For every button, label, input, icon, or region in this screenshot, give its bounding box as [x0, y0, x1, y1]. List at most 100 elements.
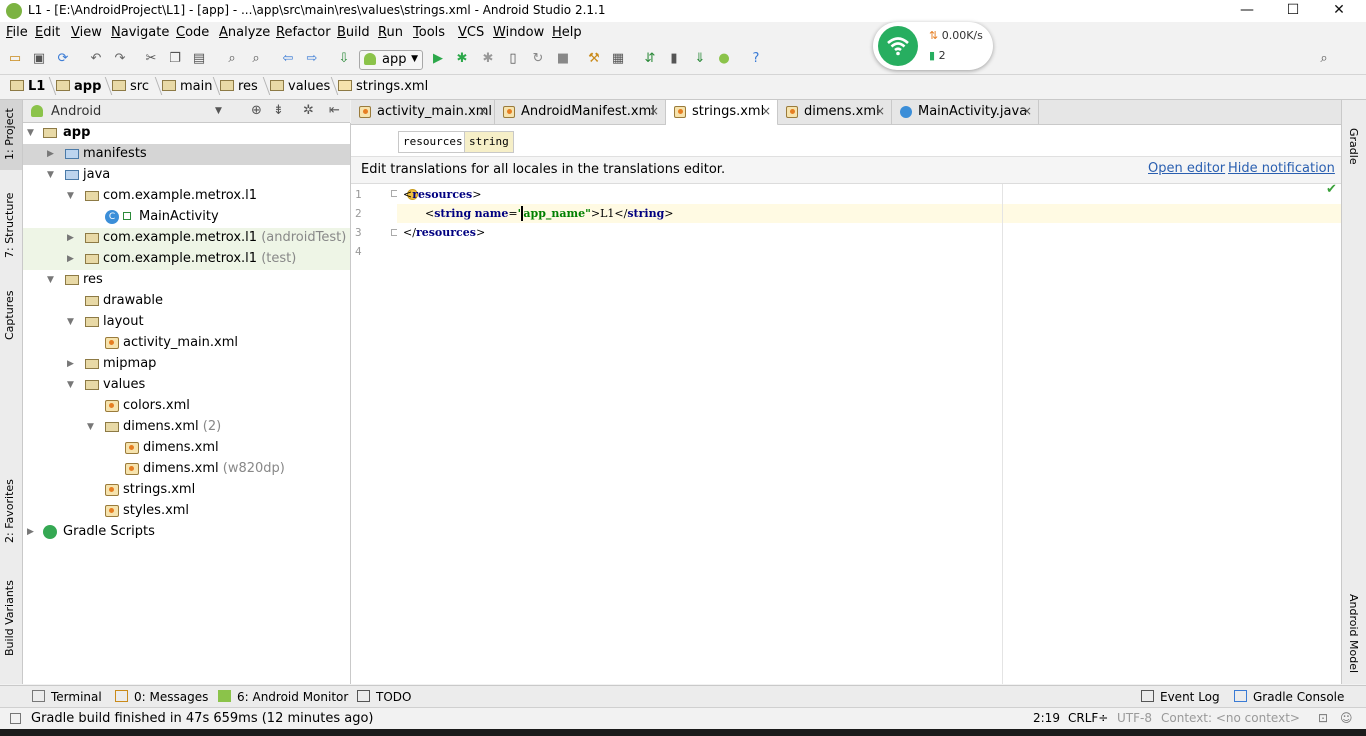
hide-panel-icon[interactable]: ⇤ [329, 103, 340, 118]
breadcrumb-main[interactable]: main [162, 79, 212, 94]
menu-run[interactable]: Run [378, 25, 403, 40]
tree-node-manifests[interactable]: ▶ manifests [23, 144, 350, 165]
collapsed-arrow-icon[interactable]: ▶ [27, 527, 34, 537]
tool-tab-build-variants[interactable]: Build Variants [3, 580, 16, 656]
tree-node-package-test[interactable]: ▶ com.example.metrox.l1 (test) [23, 249, 350, 270]
tool-tab-android-monitor[interactable]: 6: Android Monitor [218, 690, 348, 704]
tool-tab-gradle[interactable]: Gradle [1347, 128, 1360, 165]
tree-node-mipmap[interactable]: ▶ mipmap [23, 354, 350, 375]
close-tab-icon[interactable]: × [761, 104, 771, 118]
tool-tab-project[interactable]: 1: Project [3, 108, 16, 160]
code-editor[interactable]: <resources> <string name="app_name">L1</… [397, 184, 1341, 684]
collapsed-arrow-icon[interactable]: ▶ [67, 254, 74, 264]
close-tab-icon[interactable]: × [875, 104, 885, 118]
tree-node-app[interactable]: ▼ app [23, 123, 350, 144]
breadcrumb-l1[interactable]: L1 [10, 79, 45, 94]
tree-node-res[interactable]: ▼ res [23, 270, 350, 291]
sync-icon[interactable]: ⟳ [55, 51, 71, 67]
tree-node-colors-xml[interactable]: colors.xml [23, 396, 350, 417]
tree-node-drawable[interactable]: drawable [23, 291, 350, 312]
tree-node-java[interactable]: ▼ java [23, 165, 350, 186]
inspector-icon[interactable]: ☺ [1340, 711, 1353, 725]
tree-node-package-androidtest[interactable]: ▶ com.example.metrox.l1 (androidTest) [23, 228, 350, 249]
avd-manager-icon[interactable]: ▮ [666, 51, 682, 67]
expanded-arrow-icon[interactable]: ▼ [67, 191, 74, 201]
caret-position[interactable]: 2:19 [1033, 711, 1060, 725]
apply-changes-icon[interactable]: ▯ [505, 51, 521, 67]
search-everywhere-icon[interactable]: ⌕ [1316, 51, 1332, 67]
tool-tab-todo[interactable]: TODO [357, 690, 411, 704]
tool-tab-terminal[interactable]: Terminal [32, 690, 102, 704]
breadcrumb-res[interactable]: res [220, 79, 258, 94]
tree-node-package[interactable]: ▼ com.example.metrox.l1 [23, 186, 350, 207]
breadcrumb-values[interactable]: values [270, 79, 330, 94]
copy-icon[interactable]: ❐ [167, 51, 183, 67]
stop-icon[interactable]: ■ [555, 51, 571, 67]
tree-node-dimens-group[interactable]: ▼ dimens.xml (2) [23, 417, 350, 438]
tab-dimens-xml[interactable]: dimens.xml × [778, 100, 892, 124]
expanded-arrow-icon[interactable]: ▼ [27, 128, 34, 138]
close-tab-icon[interactable]: × [1022, 104, 1032, 118]
toggle-tool-windows-icon[interactable] [10, 713, 21, 724]
redo-icon[interactable]: ↷ [112, 51, 128, 67]
tool-tab-favorites[interactable]: 2: Favorites [3, 479, 16, 543]
tree-node-activity-main-xml[interactable]: activity_main.xml [23, 333, 350, 354]
run-icon[interactable]: ▶ [430, 51, 446, 67]
expanded-arrow-icon[interactable]: ▼ [47, 170, 54, 180]
replace-icon[interactable]: ⌕ [248, 51, 264, 67]
tree-node-mainactivity[interactable]: C MainActivity [23, 207, 350, 228]
menu-navigate[interactable]: Navigate [111, 25, 169, 40]
collapsed-arrow-icon[interactable]: ▶ [67, 359, 74, 369]
menu-view[interactable]: View [71, 25, 102, 40]
tab-android-manifest-xml[interactable]: AndroidManifest.xml × [495, 100, 666, 124]
tab-strings-xml[interactable]: strings.xml × [666, 100, 778, 126]
minimize-button[interactable]: — [1224, 0, 1270, 22]
collapsed-arrow-icon[interactable]: ▶ [47, 149, 54, 159]
collapse-all-icon[interactable]: ⇟ [273, 103, 284, 118]
find-icon[interactable]: ⌕ [224, 51, 240, 67]
tool-tab-messages[interactable]: 0: Messages [115, 690, 208, 704]
save-icon[interactable]: ▣ [31, 51, 47, 67]
close-tab-icon[interactable]: × [478, 104, 488, 118]
gear-icon[interactable]: ✲ [303, 103, 314, 118]
collapsed-arrow-icon[interactable]: ▶ [67, 233, 74, 243]
help-icon[interactable]: ? [748, 51, 764, 67]
tree-node-gradle-scripts[interactable]: ▶ Gradle Scripts [23, 522, 350, 543]
cut-icon[interactable]: ✂ [143, 51, 159, 67]
run-configuration-select[interactable]: app ▼ [359, 50, 423, 70]
maximize-button[interactable]: ☐ [1270, 0, 1316, 22]
project-view-select[interactable]: Android [51, 104, 101, 119]
menu-window[interactable]: Window [493, 25, 544, 40]
close-tab-icon[interactable]: × [649, 104, 659, 118]
breadcrumb-strings-xml[interactable]: strings.xml [338, 79, 428, 94]
expanded-arrow-icon[interactable]: ▼ [87, 422, 94, 432]
sdk-manager-icon[interactable]: ⇓ [692, 51, 708, 67]
breadcrumb-src[interactable]: src [112, 79, 149, 94]
tool-tab-captures[interactable]: Captures [3, 291, 16, 340]
back-icon[interactable]: ⇦ [280, 51, 296, 67]
tool-tab-gradle-console[interactable]: Gradle Console [1234, 690, 1344, 704]
tree-node-dimens-xml-w820dp[interactable]: dimens.xml (w820dp) [23, 459, 350, 480]
context-selector[interactable]: Context: <no context> [1161, 711, 1300, 725]
tool-tab-structure[interactable]: 7: Structure [3, 193, 16, 258]
tool-tab-android-model[interactable]: Android Model [1347, 594, 1360, 673]
menu-build[interactable]: Build [337, 25, 370, 40]
menu-file[interactable]: File [6, 25, 28, 40]
tag-path-string[interactable]: string [464, 131, 514, 153]
menu-vcs[interactable]: VCS [458, 25, 484, 40]
file-encoding[interactable]: UTF-8 [1117, 711, 1152, 725]
expanded-arrow-icon[interactable]: ▼ [67, 380, 74, 390]
menu-edit[interactable]: Edit [35, 25, 60, 40]
tree-node-values[interactable]: ▼ values [23, 375, 350, 396]
tree-node-strings-xml[interactable]: strings.xml [23, 480, 350, 501]
hide-notification-link[interactable]: Hide notification [1228, 161, 1335, 176]
menu-code[interactable]: Code [176, 25, 209, 40]
sync-gradle-icon[interactable]: ⇵ [642, 51, 658, 67]
tree-node-styles-xml[interactable]: styles.xml [23, 501, 350, 522]
network-speed-widget[interactable]: ⇅ 0.00K/s ▮ 2 [873, 22, 993, 70]
breadcrumb-app[interactable]: app [56, 79, 101, 94]
expanded-arrow-icon[interactable]: ▼ [67, 317, 74, 327]
attach-debugger-icon[interactable]: ✱ [480, 51, 496, 67]
tree-node-layout[interactable]: ▼ layout [23, 312, 350, 333]
tab-mainactivity-java[interactable]: MainActivity.java × [892, 100, 1039, 124]
